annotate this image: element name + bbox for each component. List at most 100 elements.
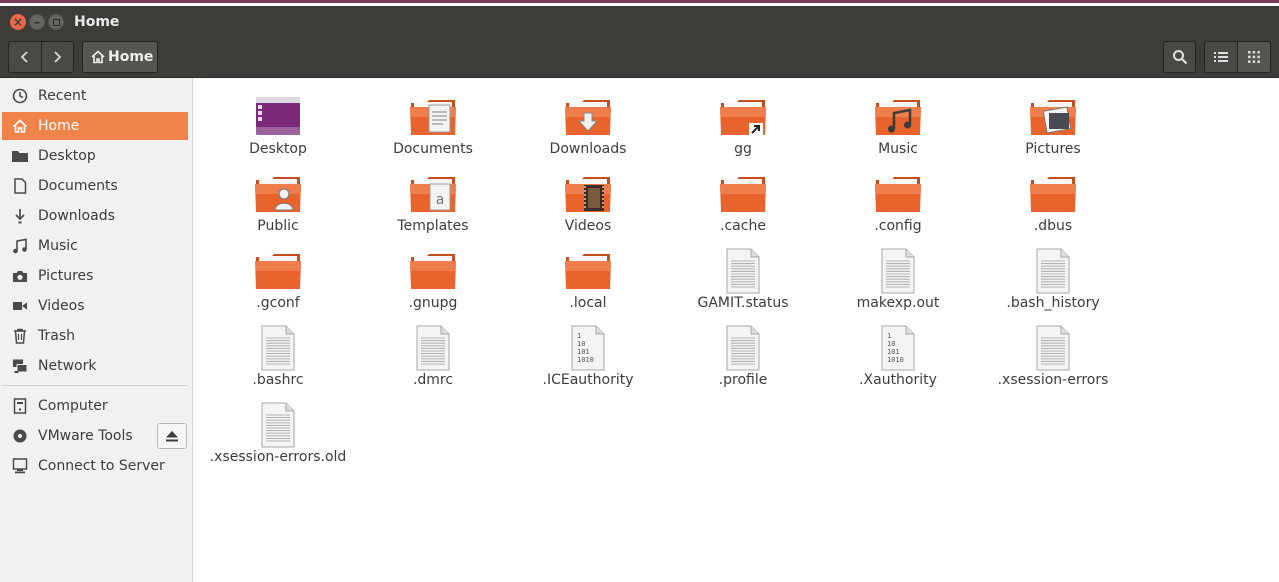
file-item-desktop[interactable]: Desktop: [203, 93, 353, 170]
file-name-label: .cache: [720, 218, 766, 234]
server-icon: [12, 458, 28, 474]
trash-icon: [14, 328, 26, 344]
file-item-xsession-errors[interactable]: .xsession-errors: [978, 324, 1128, 401]
file-name-label: Music: [878, 141, 918, 157]
maximize-window-button[interactable]: [48, 14, 64, 30]
folder-pictures-icon: [1029, 93, 1077, 141]
file-name-label: .Xauthority: [859, 372, 937, 388]
desktop-folder-icon: [254, 93, 302, 141]
file-item-videos[interactable]: Videos: [513, 170, 663, 247]
camera-icon: [13, 271, 27, 282]
sidebar-item-downloads[interactable]: Downloads: [2, 202, 188, 230]
file-item-makexp-out[interactable]: makexp.out: [823, 247, 973, 324]
sidebar-item-label: Computer: [38, 398, 108, 414]
folder-public-icon: [254, 170, 302, 218]
file-manager-window: × – Home Home Recent Home Desktop Docume…: [0, 0, 1279, 582]
sidebar-item-videos[interactable]: Videos: [2, 292, 188, 320]
file-name-label: .ICEauthority: [542, 372, 634, 388]
eject-button[interactable]: [157, 423, 187, 449]
network-icon: [13, 359, 28, 373]
file-item-gnupg[interactable]: .gnupg: [358, 247, 508, 324]
file-name-label: .profile: [718, 372, 768, 388]
sidebar-item-documents[interactable]: Documents: [2, 172, 188, 200]
file-item-gg[interactable]: gg: [668, 93, 818, 170]
text-file-icon: [254, 324, 302, 372]
text-file-icon: [719, 324, 767, 372]
text-file-icon: [874, 247, 922, 295]
sidebar-item-label: Music: [38, 238, 78, 254]
sidebar-item-label: Recent: [38, 88, 87, 104]
file-item-documents[interactable]: Documents: [358, 93, 508, 170]
chevron-left-icon: [20, 51, 28, 63]
text-file-icon: [409, 324, 457, 372]
sidebar-item-label: Home: [38, 118, 80, 134]
list-view-icon: [1214, 52, 1228, 62]
sidebar-item-label: Downloads: [38, 208, 115, 224]
folder-icon: [254, 247, 302, 295]
file-item-local[interactable]: .local: [513, 247, 663, 324]
sidebar-item-connect-to-server[interactable]: Connect to Server: [2, 452, 188, 480]
search-icon: [1172, 50, 1187, 65]
binary-file-icon: 1 10 101 1010: [564, 324, 612, 372]
file-item-gconf[interactable]: .gconf: [203, 247, 353, 324]
document-icon: [14, 178, 27, 194]
file-item-templates[interactable]: a Templates: [358, 170, 508, 247]
sidebar-item-label: VMware Tools: [38, 428, 133, 444]
svg-text:10: 10: [577, 340, 585, 348]
title-bar[interactable]: × – Home: [0, 6, 1279, 38]
file-item-pictures[interactable]: Pictures: [978, 93, 1128, 170]
folder-documents-icon: [409, 93, 457, 141]
sidebar-item-desktop[interactable]: Desktop: [2, 142, 188, 170]
eject-icon: [166, 431, 178, 442]
folder-music-icon: [874, 93, 922, 141]
window-title: Home: [74, 14, 120, 30]
computer-icon: [13, 398, 27, 414]
minimize-window-button[interactable]: –: [29, 14, 45, 30]
file-item-profile[interactable]: .profile: [668, 324, 818, 401]
sidebar-item-pictures[interactable]: Pictures: [2, 262, 188, 290]
sidebar-item-trash[interactable]: Trash: [2, 322, 188, 350]
file-name-label: .dbus: [1033, 218, 1073, 234]
sidebar-item-label: Pictures: [38, 268, 94, 284]
file-item-gamit-status[interactable]: GAMIT.status: [668, 247, 818, 324]
file-item-public[interactable]: Public: [203, 170, 353, 247]
file-item-music[interactable]: Music: [823, 93, 973, 170]
sidebar-item-label: Desktop: [38, 148, 96, 164]
close-icon: ×: [12, 15, 24, 29]
file-name-label: .bash_history: [1006, 295, 1100, 311]
music-note-icon: [13, 238, 27, 254]
sidebar-item-network[interactable]: Network: [2, 352, 188, 380]
file-item-downloads[interactable]: Downloads: [513, 93, 663, 170]
grid-view-icon: [1248, 51, 1260, 63]
back-button[interactable]: [9, 42, 41, 72]
file-name-label: .config: [874, 218, 922, 234]
text-file-icon: [1029, 324, 1077, 372]
path-bar-home-button[interactable]: Home: [82, 41, 158, 73]
file-name-label: .bashrc: [252, 372, 304, 388]
maximize-icon: [52, 18, 60, 26]
sidebar-item-home[interactable]: Home: [2, 112, 188, 140]
file-item-cache[interactable]: .cache: [668, 170, 818, 247]
list-view-button[interactable]: [1204, 41, 1238, 73]
folder-icon: [12, 151, 28, 162]
sidebar-item-music[interactable]: Music: [2, 232, 188, 260]
sidebar-item-computer[interactable]: Computer: [2, 392, 188, 420]
file-item-xsession-errors-old[interactable]: .xsession-errors.old: [203, 401, 353, 478]
file-item-iceauthority[interactable]: 1 10 101 1010 .ICEauthority: [513, 324, 663, 401]
grid-view-button[interactable]: [1237, 41, 1271, 73]
close-window-button[interactable]: ×: [10, 14, 26, 30]
sidebar-item-recent[interactable]: Recent: [2, 82, 188, 110]
text-file-icon: [719, 247, 767, 295]
file-item-bashrc[interactable]: .bashrc: [203, 324, 353, 401]
toolbar: Home: [0, 38, 1279, 78]
file-item-xauthority[interactable]: 1 10 101 1010 .Xauthority: [823, 324, 973, 401]
file-item-config[interactable]: .config: [823, 170, 973, 247]
file-name-label: makexp.out: [856, 295, 940, 311]
forward-button[interactable]: [40, 42, 74, 72]
file-item-bash-history[interactable]: .bash_history: [978, 247, 1128, 324]
search-button[interactable]: [1163, 41, 1196, 73]
file-name-label: Desktop: [249, 141, 307, 157]
file-item-dbus[interactable]: .dbus: [978, 170, 1128, 247]
file-name-label: Videos: [564, 218, 612, 234]
file-item-dmrc[interactable]: .dmrc: [358, 324, 508, 401]
